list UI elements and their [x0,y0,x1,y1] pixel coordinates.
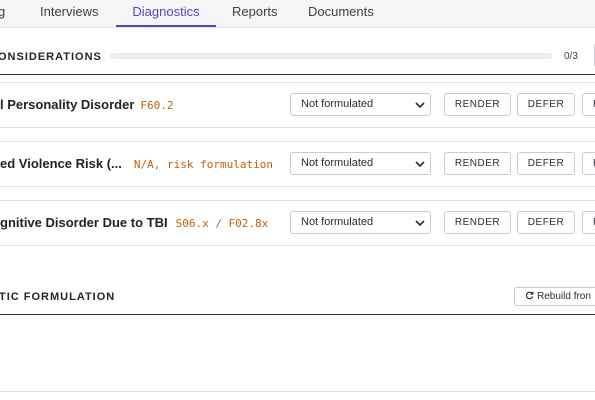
diagnosis-code: S06.x / F02.8x [175,217,269,230]
refresh-icon [525,291,534,300]
render-button[interactable]: RENDER [444,211,511,234]
diagnosis-row: l Personality Disorder F60.2 Not formulat… [0,83,595,127]
render-button[interactable]: RENDER [444,93,511,116]
formulation-bottom-rule [0,391,595,392]
tab-documents[interactable]: Documents [308,0,374,27]
diagnosis-name: ed Violence Risk (... N/A, risk formulati… [0,156,273,171]
row-divider [0,245,595,246]
considerations-progress-bar [110,53,552,59]
defer-button[interactable]: DEFER [517,211,575,234]
diagnosis-name-text: gnitive Disorder Due to TBI [0,215,168,230]
status-select-value: Not formulated [301,216,374,228]
formulation-rule [0,314,595,315]
diagnosis-row: ed Violence Risk (... N/A, risk formulati… [0,142,595,186]
third-action-button[interactable]: R [582,211,595,234]
considerations-title: ONSIDERATIONS [0,51,102,63]
chevron-down-icon [415,161,425,168]
diagnosis-name: l Personality Disorder F60.2 [0,97,174,112]
formulation-title: TIC FORMULATION [0,291,116,303]
tab-bar: g Interviews Diagnostics Reports Documen… [0,0,595,28]
tab-interviews[interactable]: Interviews [40,0,99,27]
chevron-down-icon [415,102,425,109]
status-select-value: Not formulated [301,98,374,110]
tab-partial[interactable]: g [0,0,5,27]
considerations-count: 0/3 [564,51,578,62]
rebuild-button-label: Rebuild fron [537,291,591,302]
third-action-button[interactable]: R [582,93,595,116]
render-button[interactable]: RENDER [444,152,511,175]
row-divider [0,186,595,187]
status-select[interactable]: Not formulated [290,152,431,175]
rebuild-button[interactable]: Rebuild fron [514,287,595,306]
diagnosis-code: N/A, risk formulation [133,158,273,171]
row-divider [0,127,595,128]
diagnosis-row: gnitive Disorder Due to TBI S06.x / F02.8… [0,201,595,245]
defer-button[interactable]: DEFER [517,93,575,116]
tab-reports[interactable]: Reports [232,0,278,27]
defer-button[interactable]: DEFER [517,152,575,175]
status-select[interactable]: Not formulated [290,93,431,116]
diagnosis-name-text: ed Violence Risk (... [0,156,122,171]
status-select[interactable]: Not formulated [290,211,431,234]
tab-diagnostics[interactable]: Diagnostics [116,0,216,27]
third-action-button[interactable]: R [582,152,595,175]
diagnosis-name: gnitive Disorder Due to TBI S06.x / F02.8… [0,215,268,230]
status-select-value: Not formulated [301,157,374,169]
considerations-rule [0,74,595,75]
chevron-down-icon [415,220,425,227]
diagnosis-name-text: l Personality Disorder [0,97,135,112]
diagnosis-code: F60.2 [140,99,174,112]
